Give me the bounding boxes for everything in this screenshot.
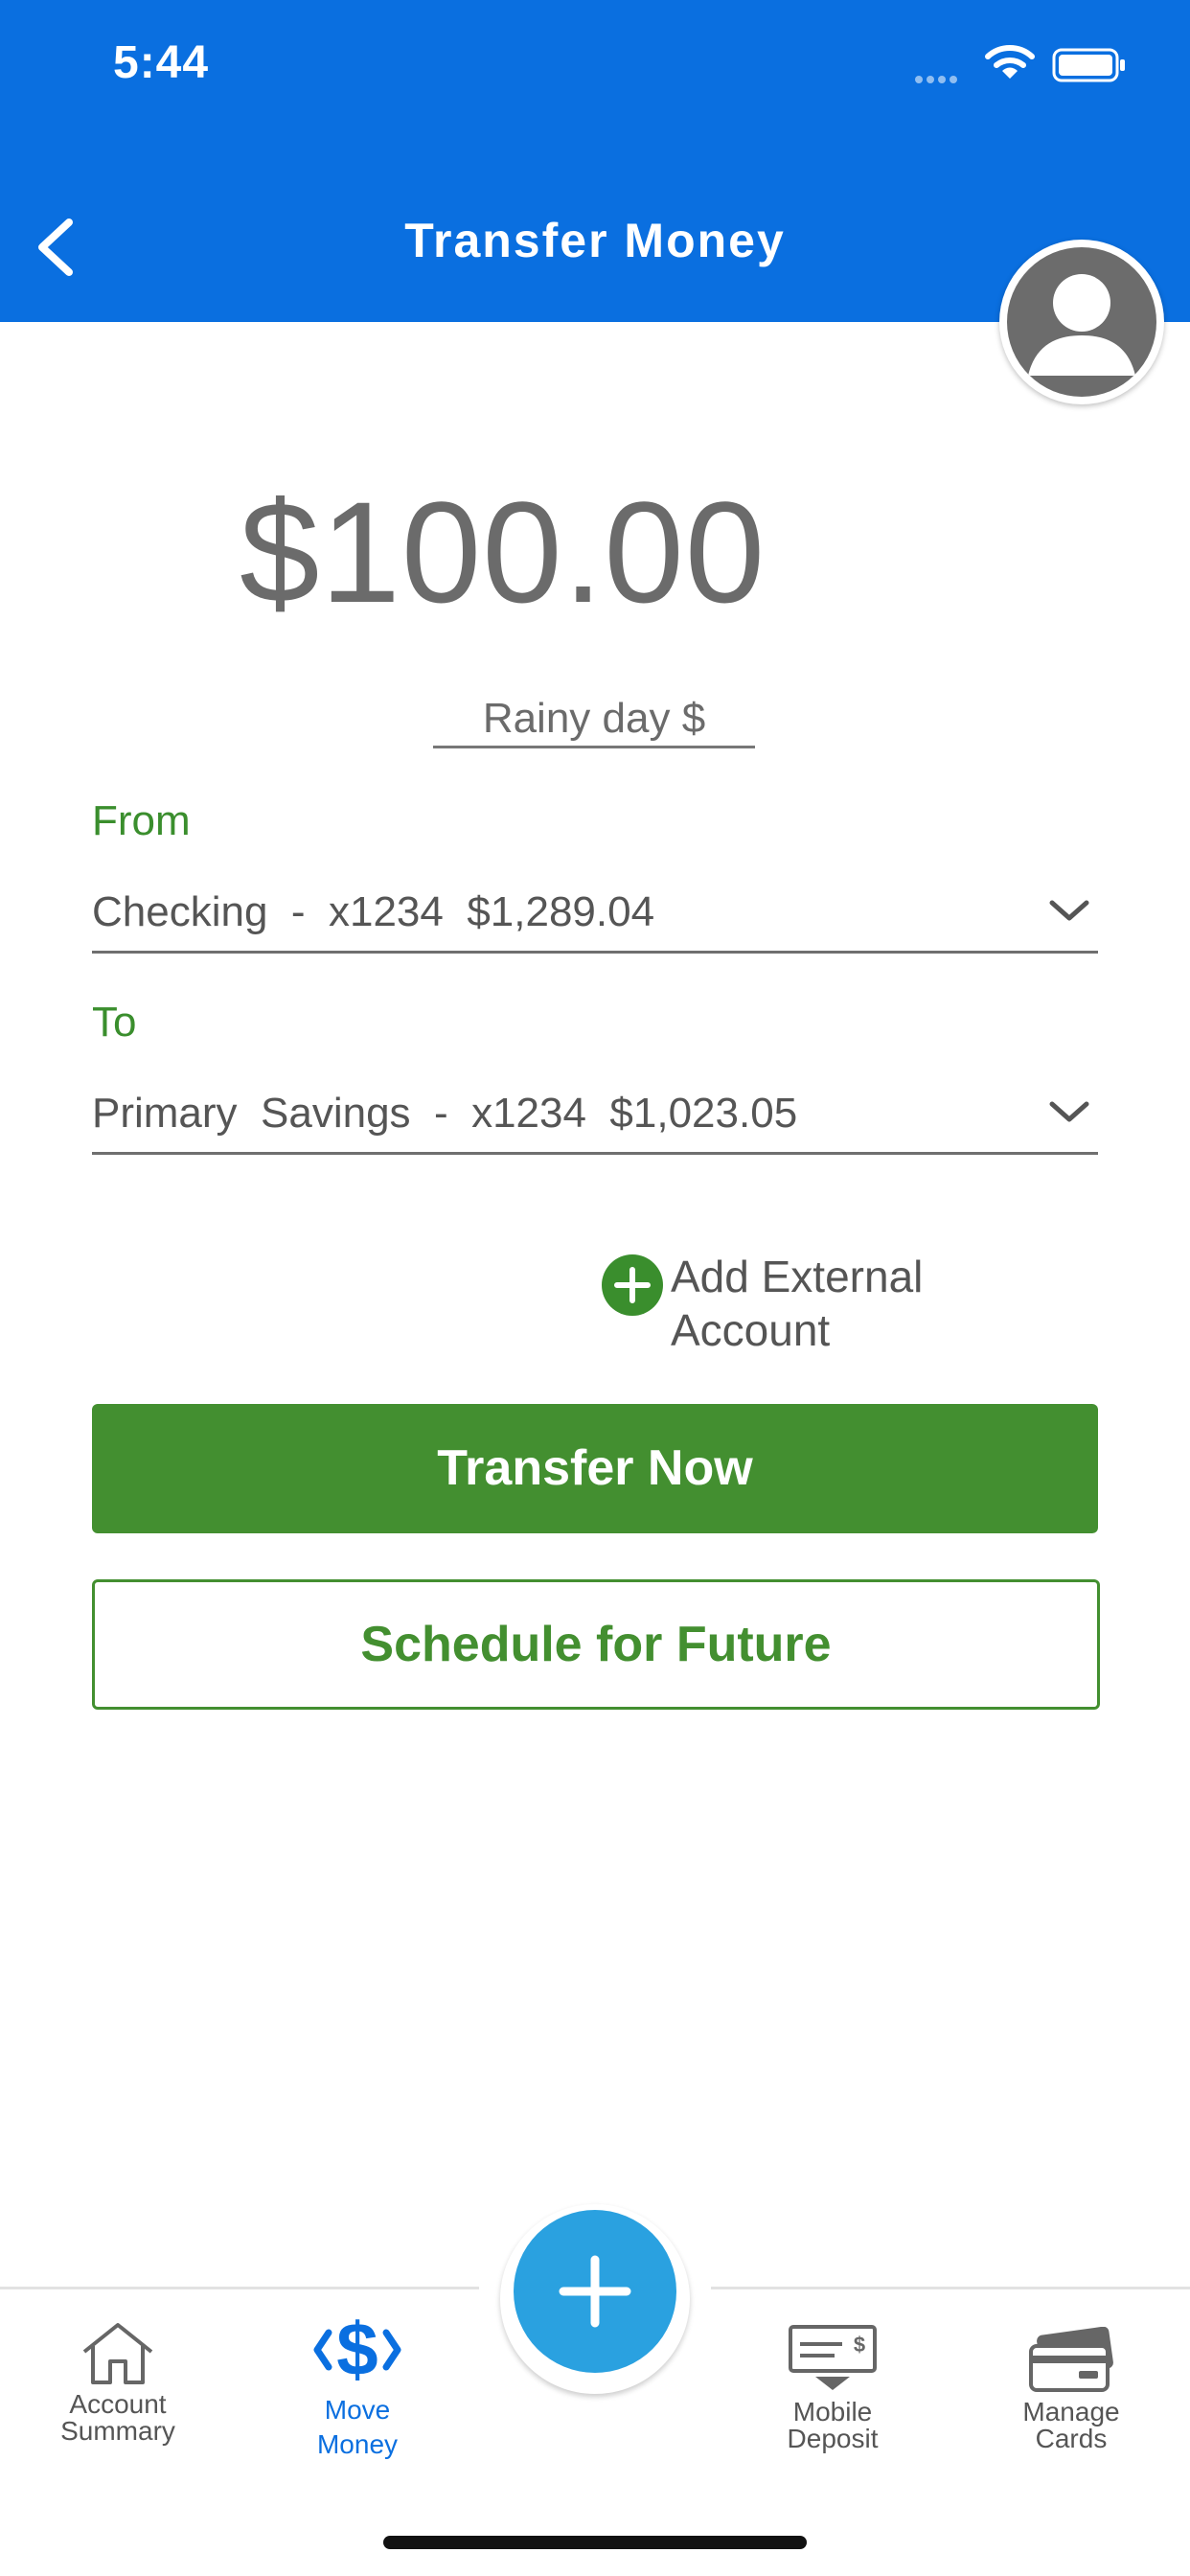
memo-input[interactable]: Rainy day $ [433, 690, 755, 748]
house-icon [82, 2323, 153, 2384]
add-external-account-label: Add External Account [671, 1252, 924, 1355]
tab-mobile-deposit[interactable]: $ Mobile Deposit [722, 2323, 943, 2467]
from-account-value: Checking - x1234 $1,289.04 [92, 888, 655, 935]
to-account-select[interactable]: Primary Savings - x1234 $1,023.05 [92, 1079, 1098, 1155]
wifi-icon [985, 44, 1035, 85]
from-label: From [92, 797, 191, 844]
status-time: 5:44 [113, 37, 210, 88]
svg-text:$: $ [854, 2333, 865, 2357]
dollar-icon: $ [313, 2307, 401, 2391]
plus-circle-icon [602, 1254, 663, 1316]
to-label: To [92, 999, 137, 1046]
chevron-down-icon [1049, 1101, 1089, 1122]
profile-avatar-button[interactable] [999, 240, 1164, 404]
cellular-signal-icon [915, 71, 961, 88]
page-title: Transfer Money [404, 214, 786, 267]
user-icon [1007, 247, 1156, 397]
chevron-down-icon [1049, 900, 1089, 921]
quick-action-add-button[interactable] [514, 2210, 676, 2373]
schedule-for-future-button[interactable]: Schedule for Future [92, 1579, 1100, 1710]
tab-move-money[interactable]: $ Move Money [247, 2307, 468, 2458]
tabbar-divider [0, 2287, 479, 2289]
add-external-account-button[interactable]: Add External Account [602, 1250, 1004, 1365]
tabbar-divider [711, 2287, 1190, 2289]
svg-text:$: $ [336, 2308, 378, 2391]
home-indicator [383, 2536, 807, 2549]
to-account-value: Primary Savings - x1234 $1,023.05 [92, 1090, 798, 1137]
tab-manage-cards[interactable]: Manage Cards [961, 2326, 1181, 2471]
card-icon [1029, 2326, 1113, 2392]
transfer-amount-input[interactable]: $100.00 [240, 470, 766, 635]
transfer-now-button[interactable]: Transfer Now [92, 1404, 1098, 1533]
check-deposit-icon: $ [789, 2325, 877, 2390]
tab-account-summary[interactable]: Account Summary [8, 2319, 228, 2463]
plus-icon [559, 2255, 631, 2328]
from-account-select[interactable]: Checking - x1234 $1,289.04 [92, 878, 1098, 954]
battery-icon [1052, 48, 1127, 87]
